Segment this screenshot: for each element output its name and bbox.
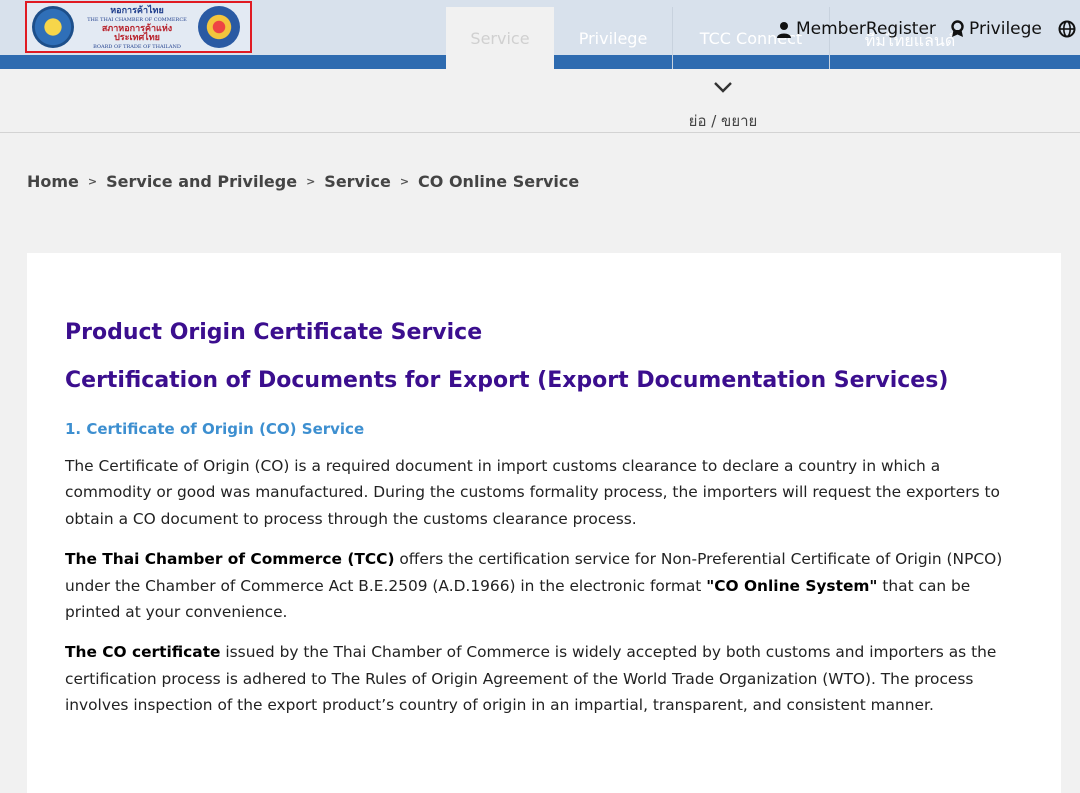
logo-thai-line-1: หอการค้าไทย: [110, 6, 164, 16]
privilege-link[interactable]: Privilege: [950, 18, 1042, 40]
logo-text: หอการค้าไทย THE THAI CHAMBER OF COMMERCE…: [79, 7, 195, 50]
paragraph-co-definition: The Certificate of Origin (CO) is a requ…: [65, 457, 1000, 528]
breadcrumb-separator: >: [306, 175, 316, 188]
content-card: Product Origin Certificate Service Certi…: [27, 253, 1061, 793]
breadcrumb-service[interactable]: Service: [324, 172, 391, 191]
page-subtitle: Certification of Documents for Export (E…: [65, 368, 949, 393]
site-header: หอการค้าไทย THE THAI CHAMBER OF COMMERCE…: [0, 0, 1080, 69]
user-icon: [777, 21, 791, 38]
tab-service[interactable]: Service: [446, 7, 554, 69]
logo-english-line-2: BOARD OF TRADE OF THAILAND: [93, 44, 181, 50]
board-seal-icon: [198, 6, 240, 48]
logo-english-line-1: THE THAI CHAMBER OF COMMERCE: [87, 17, 187, 23]
chamber-seal-icon: [32, 6, 74, 48]
paragraph-tcc-service: The Thai Chamber of Commerce (TCC) offer…: [65, 546, 1030, 625]
paragraph-co-certificate: The CO certificate issued by the Thai Ch…: [65, 639, 1030, 718]
breadcrumb-service-and-privilege[interactable]: Service and Privilege: [106, 172, 297, 191]
co-online-system-bold: "CO Online System": [706, 576, 878, 595]
nav-divider: [672, 7, 673, 69]
breadcrumb-home[interactable]: Home: [27, 172, 79, 191]
breadcrumb-separator: >: [87, 175, 98, 188]
chevron-down-icon: [714, 82, 732, 93]
privilege-label: Privilege: [969, 19, 1042, 39]
logo-thai-line-2: สภาหอการค้าแห่งประเทศไทย: [101, 24, 173, 43]
article-content: Product Origin Certificate Service Certi…: [65, 319, 1030, 719]
section-heading: 1. Certificate of Origin (CO) Service: [65, 420, 365, 438]
co-certificate-bold: The CO certificate: [65, 643, 221, 662]
tcc-name-bold: The Thai Chamber of Commerce (TCC): [65, 550, 395, 569]
collapse-expand-label: ย่อ / ขยาย: [688, 112, 758, 130]
collapse-expand-toggle[interactable]: ย่อ / ขยาย: [0, 69, 1080, 133]
breadcrumb: Home > Service and Privilege > Service >…: [27, 172, 579, 191]
breadcrumb-current: CO Online Service: [418, 172, 580, 191]
globe-icon[interactable]: [1058, 20, 1076, 38]
tab-privilege[interactable]: Privilege: [556, 7, 670, 69]
member-register-label: MemberRegister: [796, 19, 936, 39]
award-icon: [951, 20, 964, 37]
breadcrumb-separator: >: [399, 175, 410, 188]
member-register-link[interactable]: MemberRegister: [776, 18, 936, 40]
page-title: Product Origin Certificate Service: [65, 320, 483, 345]
site-logo[interactable]: หอการค้าไทย THE THAI CHAMBER OF COMMERCE…: [25, 1, 252, 53]
